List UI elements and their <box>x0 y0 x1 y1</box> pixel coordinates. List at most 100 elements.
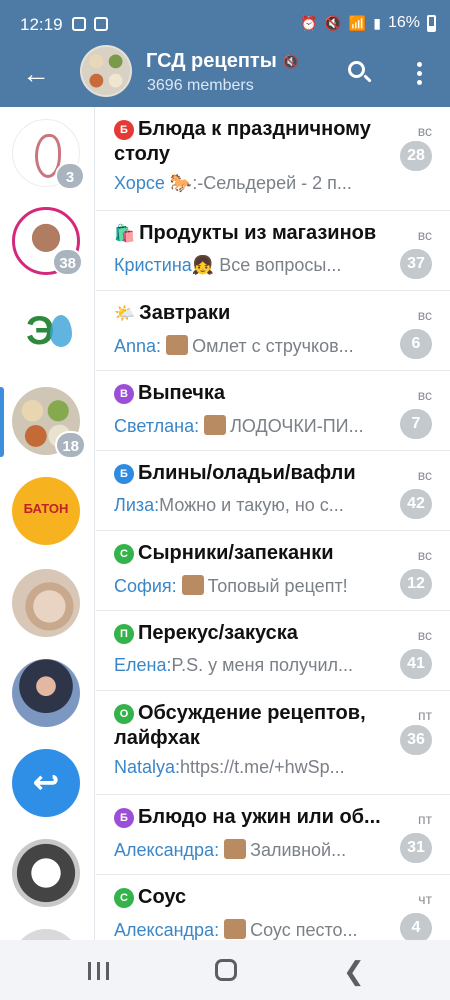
more-menu-icon[interactable] <box>404 56 436 92</box>
preview-text: Омлет с стручков... <box>192 336 354 356</box>
topic-title-text: Перекус/закуска <box>138 622 298 644</box>
topic-emoji-icon: 🛍️ <box>114 224 136 243</box>
group-title-row[interactable]: ГСД рецепты 🔇 <box>146 50 299 73</box>
topic-row[interactable]: О Обсуждение рецептов, лайфхак пт Natalya:h… <box>96 691 450 795</box>
topic-preview: Хорсе 🐎:-Сельдерей - 2 п... <box>114 173 384 194</box>
preview-sender: Александра: <box>114 840 220 860</box>
topic-row[interactable]: 🌤️ Завтраки вс Anna: Омлет с стручков... 6 <box>96 291 450 371</box>
preview-thumbnail <box>204 415 227 435</box>
topic-title-text: Блины/оладьи/вафли <box>138 462 356 484</box>
topic-date: вс <box>417 627 432 643</box>
preview-text: ЛОДОЧКИ-ПИ... <box>230 416 364 436</box>
topic-title: В Выпечка <box>114 381 384 406</box>
topic-row[interactable]: Б Блюдо на ужин или об... пт Александра: За… <box>96 795 450 875</box>
unread-count-badge: 37 <box>400 249 432 279</box>
preview-text: Топовый рецепт! <box>207 576 348 596</box>
preview-thumbnail <box>224 919 247 939</box>
topic-title-text: Выпечка <box>138 382 225 404</box>
preview-text: P.S. у меня получил... <box>171 655 354 675</box>
preview-sender: Anna: <box>114 336 162 356</box>
preview-text: Заливной... <box>250 840 347 860</box>
rail-chat-baton-logo[interactable]: БАТОН <box>12 477 80 545</box>
gallery-notification-icon <box>72 17 86 31</box>
topic-title: П Перекус/закуска <box>114 621 384 646</box>
preview-text: https://t.me/+hwSp... <box>180 757 345 777</box>
topic-title: 🌤️ Завтраки <box>114 301 384 326</box>
topic-date: вс <box>417 467 432 483</box>
topic-emoji-icon: 🌤️ <box>114 304 136 323</box>
rail-chat-tanja-channel[interactable]: 38 <box>12 207 83 276</box>
app-notification-icon <box>94 17 108 31</box>
preview-sender: Елена: <box>114 655 172 675</box>
topic-title: Б Блюдо на ужин или об... <box>114 805 384 830</box>
topic-icon: С <box>114 888 134 908</box>
alarm-icon: ⏰ <box>299 14 318 31</box>
rail-chat-gsd-recipes[interactable]: 18 <box>12 387 86 459</box>
home-icon[interactable] <box>215 959 237 981</box>
volume-mute-icon: 🔇 <box>282 53 299 69</box>
system-back-icon[interactable]: ❮ <box>343 956 365 987</box>
topic-title-text: Обсуждение рецептов, лайфхак <box>114 702 366 749</box>
topic-preview: Александра: Заливной... <box>114 839 384 861</box>
topic-title: Б Блюда к праздничному столу <box>114 117 384 167</box>
preview-sender: Светлана: <box>114 416 200 436</box>
wifi-icon: 📶 <box>348 14 367 31</box>
topic-title-text: Блюда к праздничному столу <box>114 118 371 165</box>
rail-unread-badge: 3 <box>55 162 85 190</box>
preview-thumbnail <box>181 575 204 595</box>
rail-chat-official-avatar[interactable] <box>12 659 80 727</box>
topic-title: О Обсуждение рецептов, лайфхак <box>114 701 384 751</box>
topic-title: 🛍️ Продукты из магазинов <box>114 221 384 246</box>
signal-icon: ▮ <box>373 14 381 31</box>
topic-icon: Б <box>114 464 134 484</box>
chat-rail: 3 38 18 БАТОН ↩ <box>0 107 95 940</box>
rail-chat-eco-news-logo[interactable] <box>12 299 80 367</box>
search-icon[interactable] <box>342 56 378 92</box>
battery-icon <box>427 14 436 32</box>
topic-date: вс <box>417 307 432 323</box>
rail-chat-reply-avatar[interactable]: ↩ <box>12 749 80 817</box>
preview-text: :-Сельдерей - 2 п... <box>192 173 352 193</box>
status-system-icons: ⏰ 🔇 📶 ▮ 16% <box>300 14 436 32</box>
rail-chat-photo-avatar[interactable] <box>12 569 80 637</box>
baton-logo-text: БАТОН <box>23 501 69 516</box>
topic-row[interactable]: 🛍️ Продукты из магазинов вс Кристина👧 Все в… <box>96 211 450 291</box>
topic-title: С Сырники/запеканки <box>114 541 384 566</box>
preview-text: Все вопросы... <box>214 255 342 275</box>
topic-row[interactable]: П Перекус/закуска вс Елена:P.S. у меня полу… <box>96 611 450 691</box>
topic-row[interactable]: В Выпечка вс Светлана: ЛОДОЧКИ-ПИ... 7 <box>96 371 450 451</box>
unread-count-badge: 4 <box>400 913 432 940</box>
topic-date: вс <box>417 123 432 139</box>
unread-count-badge: 6 <box>400 329 432 359</box>
unread-count-badge: 36 <box>400 725 432 755</box>
rail-chat-pregnancy-logo[interactable]: 3 <box>12 119 85 190</box>
topic-icon: Б <box>114 808 134 828</box>
topic-icon: П <box>114 624 134 644</box>
topic-preview: София: Топовый рецепт! <box>114 575 384 597</box>
active-chat-indicator <box>0 387 4 457</box>
topic-preview: Лиза:Можно и такую, но с... <box>114 495 384 516</box>
preview-sender: Кристина <box>114 255 192 275</box>
recent-apps-icon[interactable] <box>88 962 112 980</box>
group-title: ГСД рецепты <box>146 50 277 72</box>
topic-icon: О <box>114 704 134 724</box>
preview-sender: Александра: <box>114 920 220 940</box>
system-navigation-bar: ❮ <box>0 940 450 1000</box>
topic-preview: Елена:P.S. у меня получил... <box>114 655 384 676</box>
status-bar: 12:19 ⏰ 🔇 📶 ▮ 16% <box>0 0 450 50</box>
topic-row[interactable]: С Соус чт Александра: Соус песто... 4 <box>96 875 450 940</box>
preview-text: Соус песто... <box>250 920 358 940</box>
group-avatar[interactable] <box>80 45 132 97</box>
topic-title-text: Сырники/запеканки <box>138 542 334 564</box>
rail-unread-badge: 38 <box>52 248 83 276</box>
topic-icon: С <box>114 544 134 564</box>
rail-chat-community-avatar[interactable] <box>12 839 80 907</box>
back-arrow-icon[interactable]: ← <box>18 58 54 94</box>
preview-text: Можно и такую, но с... <box>159 495 344 515</box>
topic-icon: Б <box>114 120 134 140</box>
rail-chat-partial-avatar[interactable] <box>12 929 80 940</box>
topic-row[interactable]: С Сырники/запеканки вс София: Топовый рецеп… <box>96 531 450 611</box>
topic-row[interactable]: Б Блины/оладьи/вафли вс Лиза:Можно и такую,… <box>96 451 450 531</box>
topic-row[interactable]: Б Блюда к праздничному столу вс Хорсе 🐎:-Се… <box>96 107 450 211</box>
mute-icon: 🔇 <box>324 14 342 31</box>
